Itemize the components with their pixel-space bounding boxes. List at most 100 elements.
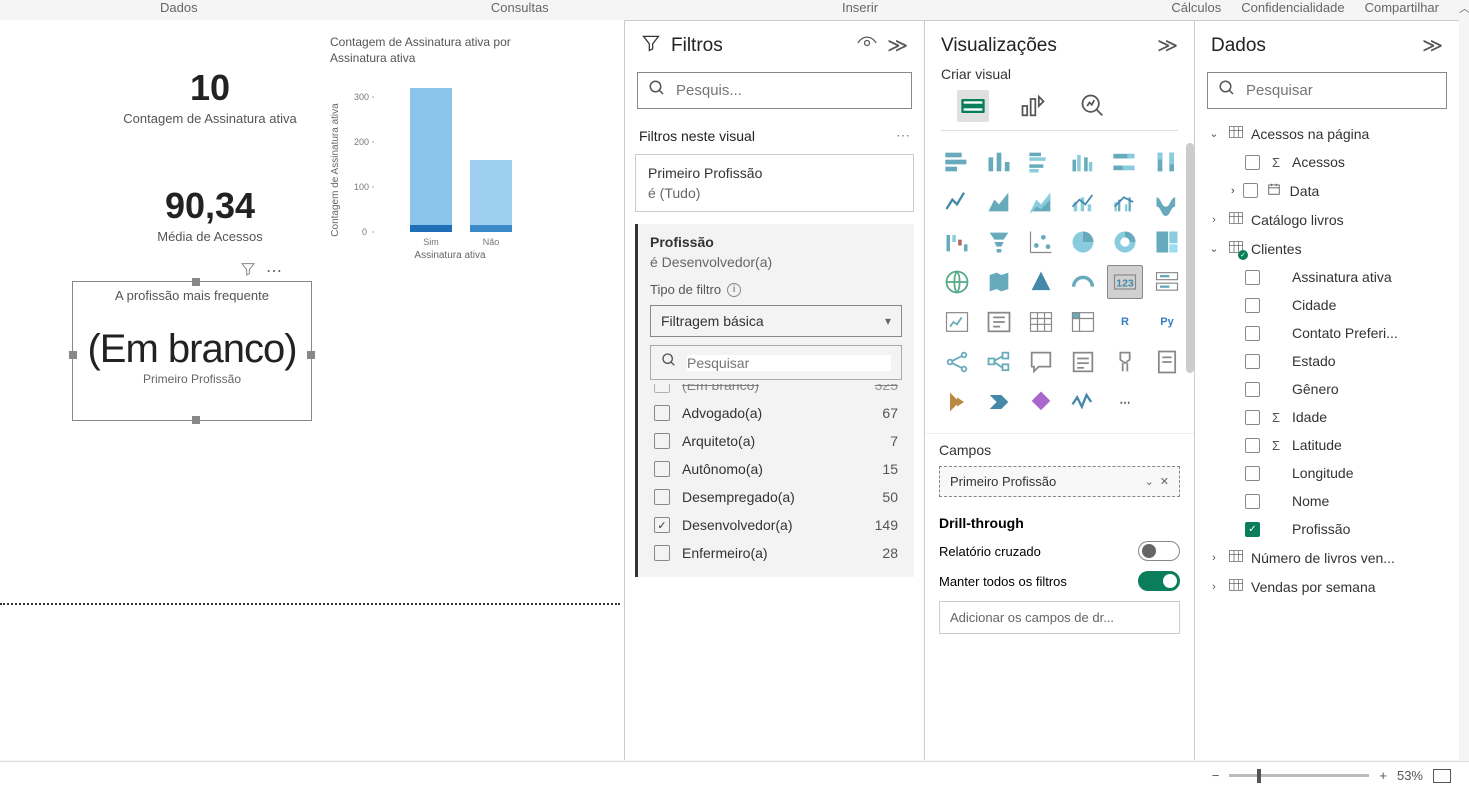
- checkbox[interactable]: [1245, 155, 1260, 170]
- viz-paginated-icon[interactable]: [1149, 345, 1185, 379]
- field-cidade[interactable]: Cidade: [1205, 291, 1449, 319]
- viz-scatter-icon[interactable]: [1023, 225, 1059, 259]
- filter-type-select[interactable]: Filtragem básica ▾: [650, 305, 902, 337]
- viz-matrix-icon[interactable]: [1065, 305, 1101, 339]
- viz-area-icon[interactable]: [981, 185, 1017, 219]
- viz-pie-icon[interactable]: [1065, 225, 1101, 259]
- viz-r-icon[interactable]: R: [1107, 305, 1143, 339]
- checkbox[interactable]: [1245, 382, 1260, 397]
- ribbon-tab-calculos[interactable]: Cálculos: [1161, 0, 1231, 20]
- analytics-tab[interactable]: [1077, 90, 1109, 122]
- kpi-card-count[interactable]: 10 Contagem de Assinatura ativa: [100, 67, 320, 126]
- build-visual-tab[interactable]: [957, 90, 989, 122]
- checkbox[interactable]: [1245, 438, 1260, 453]
- filter-value-row[interactable]: (Em branco)325: [650, 384, 902, 399]
- viz-py-icon[interactable]: Py: [1149, 305, 1185, 339]
- more-icon[interactable]: ⋯: [896, 127, 910, 144]
- viz-line-icon[interactable]: [939, 185, 975, 219]
- checkbox[interactable]: [654, 405, 670, 421]
- field-genero[interactable]: Gênero: [1205, 375, 1449, 403]
- collapse-icon[interactable]: ≫: [887, 33, 908, 58]
- checkbox[interactable]: [654, 517, 670, 533]
- ribbon-tab-inserir[interactable]: Inserir: [832, 0, 888, 20]
- field-nome[interactable]: Nome: [1205, 487, 1449, 515]
- more-icon[interactable]: ⋯: [266, 261, 282, 282]
- table-clientes[interactable]: ⌄ ✓ Clientes: [1205, 234, 1449, 263]
- viz-goals-icon[interactable]: [1107, 345, 1143, 379]
- checkbox[interactable]: [654, 461, 670, 477]
- viz-100-column-icon[interactable]: [1149, 145, 1185, 179]
- filter-values-search-input[interactable]: [687, 355, 891, 371]
- viz-ribbon-icon[interactable]: [1149, 185, 1185, 219]
- checkbox[interactable]: [654, 433, 670, 449]
- field-profissao[interactable]: Profissão: [1205, 515, 1449, 543]
- viz-automate-icon[interactable]: [981, 385, 1017, 419]
- viz-kpi-icon[interactable]: [939, 305, 975, 339]
- data-search[interactable]: [1207, 72, 1447, 109]
- viz-treemap-icon[interactable]: [1149, 225, 1185, 259]
- viz-sparkline-icon[interactable]: [1065, 385, 1101, 419]
- viz-arcgis-icon[interactable]: [1023, 385, 1059, 419]
- checkbox[interactable]: [654, 489, 670, 505]
- viz-multirow-card-icon[interactable]: [1149, 265, 1185, 299]
- viz-more-icon[interactable]: ⋯: [1107, 385, 1143, 419]
- checkbox[interactable]: [1245, 410, 1260, 425]
- viz-line-column-icon[interactable]: [1065, 185, 1101, 219]
- remove-field-icon[interactable]: ✕: [1160, 475, 1169, 488]
- viz-line-clustered-icon[interactable]: [1107, 185, 1143, 219]
- collapse-ribbon-icon[interactable]: ︿: [1449, 0, 1469, 20]
- keep-filters-toggle[interactable]: [1138, 571, 1180, 591]
- zoom-slider[interactable]: [1229, 774, 1369, 777]
- filter-card-profissao[interactable]: Profissão é Desenvolvedor(a) Tipo de fil…: [635, 224, 914, 577]
- data-search-input[interactable]: [1246, 82, 1445, 99]
- filter-value-row[interactable]: Desenvolvedor(a)149: [650, 511, 902, 539]
- checkbox[interactable]: [1245, 326, 1260, 341]
- viz-stacked-column-icon[interactable]: [981, 145, 1017, 179]
- drill-add-field-well[interactable]: Adicionar os campos de dr...: [939, 601, 1180, 634]
- viz-card-icon[interactable]: 123: [1107, 265, 1143, 299]
- bar-chart-visual[interactable]: Contagem de Assinatura ativa por Assinat…: [330, 35, 550, 265]
- viz-gauge-icon[interactable]: [1065, 265, 1101, 299]
- viz-table-icon[interactable]: [1023, 305, 1059, 339]
- viz-filled-map-icon[interactable]: [981, 265, 1017, 299]
- kpi-card-avg[interactable]: 90,34 Média de Acessos: [100, 185, 320, 244]
- field-assinatura[interactable]: Assinatura ativa: [1205, 263, 1449, 291]
- viz-funnel-icon[interactable]: [981, 225, 1017, 259]
- filter-icon[interactable]: [240, 261, 256, 282]
- format-visual-tab[interactable]: [1017, 90, 1049, 122]
- viz-100-bar-icon[interactable]: [1107, 145, 1143, 179]
- card-visual-selected[interactable]: A profissão mais frequente (Em branco) P…: [72, 281, 312, 421]
- ribbon-tab-dados[interactable]: Dados: [150, 0, 208, 20]
- filter-value-row[interactable]: Desempregado(a)50: [650, 483, 902, 511]
- eye-icon[interactable]: [857, 36, 877, 55]
- collapse-icon[interactable]: ≫: [1157, 33, 1178, 58]
- viz-map-icon[interactable]: [939, 265, 975, 299]
- filter-value-row[interactable]: Arquiteto(a)7: [650, 427, 902, 455]
- ribbon-tab-confid[interactable]: Confidencialidade: [1231, 0, 1354, 20]
- table-numero[interactable]: › Número de livros ven...: [1205, 543, 1449, 572]
- report-canvas[interactable]: 10 Contagem de Assinatura ativa 90,34 Mé…: [0, 20, 625, 760]
- viz-donut-icon[interactable]: [1107, 225, 1143, 259]
- checkbox[interactable]: [1245, 494, 1260, 509]
- viz-stacked-area-icon[interactable]: [1023, 185, 1059, 219]
- field-well[interactable]: Primeiro Profissão ⌄ ✕: [939, 466, 1180, 497]
- checkbox[interactable]: [1243, 183, 1258, 198]
- field-longitude[interactable]: Longitude: [1205, 459, 1449, 487]
- table-acessos[interactable]: ⌄ Acessos na página: [1205, 119, 1449, 148]
- scrollbar-v[interactable]: [1186, 143, 1194, 373]
- viz-key-influencers-icon[interactable]: [939, 345, 975, 379]
- viz-azure-map-icon[interactable]: [1023, 265, 1059, 299]
- filters-search-input[interactable]: [676, 82, 901, 99]
- collapse-icon[interactable]: ≫: [1422, 33, 1443, 58]
- table-vendas[interactable]: › Vendas por semana: [1205, 572, 1449, 601]
- chevron-down-icon[interactable]: ⌄: [1145, 475, 1154, 488]
- filter-values-search[interactable]: [650, 345, 902, 380]
- filter-value-row[interactable]: Advogado(a)67: [650, 399, 902, 427]
- viz-clustered-column-icon[interactable]: [1065, 145, 1101, 179]
- zoom-in-button[interactable]: +: [1379, 768, 1387, 783]
- checkbox[interactable]: [654, 545, 670, 561]
- field-latitude[interactable]: ΣLatitude: [1205, 431, 1449, 459]
- filter-card-primeiro-profissao[interactable]: Primeiro Profissão é (Tudo): [635, 154, 914, 212]
- checkbox[interactable]: [1245, 298, 1260, 313]
- field-contato[interactable]: Contato Preferi...: [1205, 319, 1449, 347]
